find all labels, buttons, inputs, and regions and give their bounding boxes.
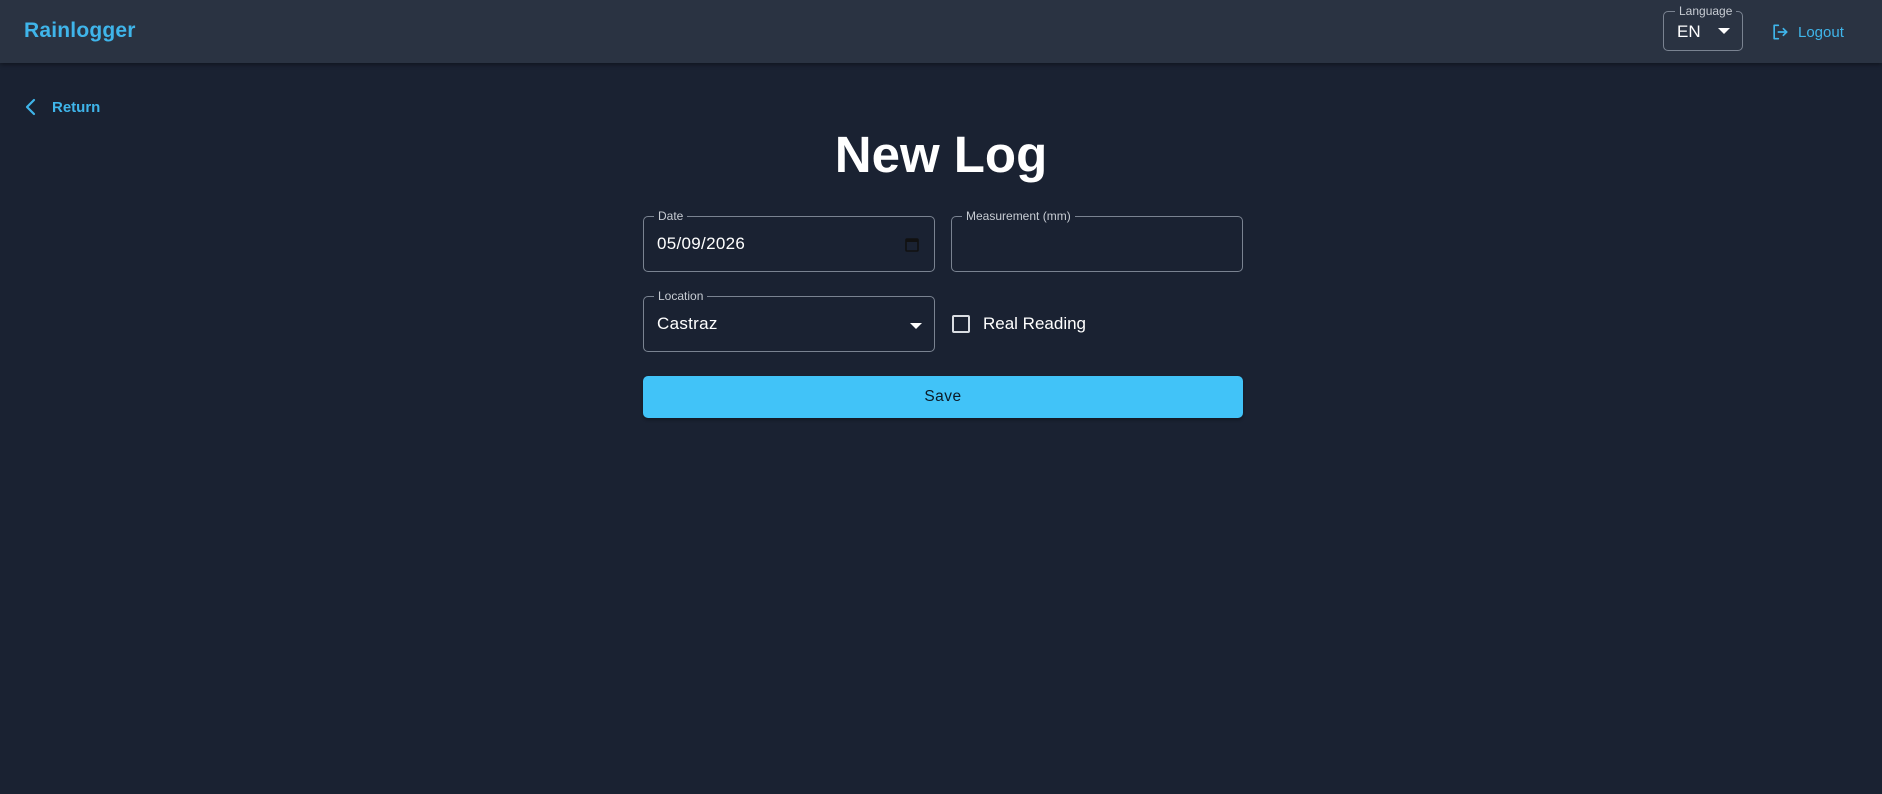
return-label: Return	[52, 98, 101, 116]
caret-down-icon	[1718, 28, 1730, 34]
app-bar: Rainlogger Language EN Logout	[0, 0, 1882, 63]
measurement-field[interactable]: Measurement (mm)	[951, 209, 1243, 272]
brand-logo[interactable]: Rainlogger	[24, 19, 136, 43]
language-value: EN	[1677, 22, 1701, 41]
calendar-icon[interactable]	[905, 237, 919, 252]
save-button[interactable]: Save	[643, 376, 1243, 418]
return-link[interactable]: Return	[24, 96, 100, 118]
logout-icon	[1773, 24, 1788, 40]
caret-down-icon	[910, 323, 922, 329]
date-field[interactable]: Date 05/09/2026	[643, 209, 935, 272]
chevron-left-icon	[25, 98, 36, 116]
language-label: Language	[1675, 4, 1737, 18]
logout-label: Logout	[1798, 23, 1844, 41]
location-value: Castraz	[657, 314, 718, 333]
page-title: New Log	[834, 126, 1048, 183]
location-label: Location	[654, 289, 708, 303]
real-reading-checkbox-row[interactable]: Real Reading	[952, 313, 1086, 335]
logout-button[interactable]: Logout	[1770, 20, 1844, 44]
date-label: Date	[654, 209, 688, 223]
real-reading-checkbox[interactable]	[952, 315, 970, 333]
measurement-input[interactable]	[952, 217, 1242, 271]
real-reading-label: Real Reading	[983, 314, 1087, 333]
date-value: 05/09/2026	[657, 234, 746, 253]
language-select[interactable]: Language EN	[1663, 4, 1743, 51]
location-select[interactable]: Location Castraz	[643, 289, 935, 352]
